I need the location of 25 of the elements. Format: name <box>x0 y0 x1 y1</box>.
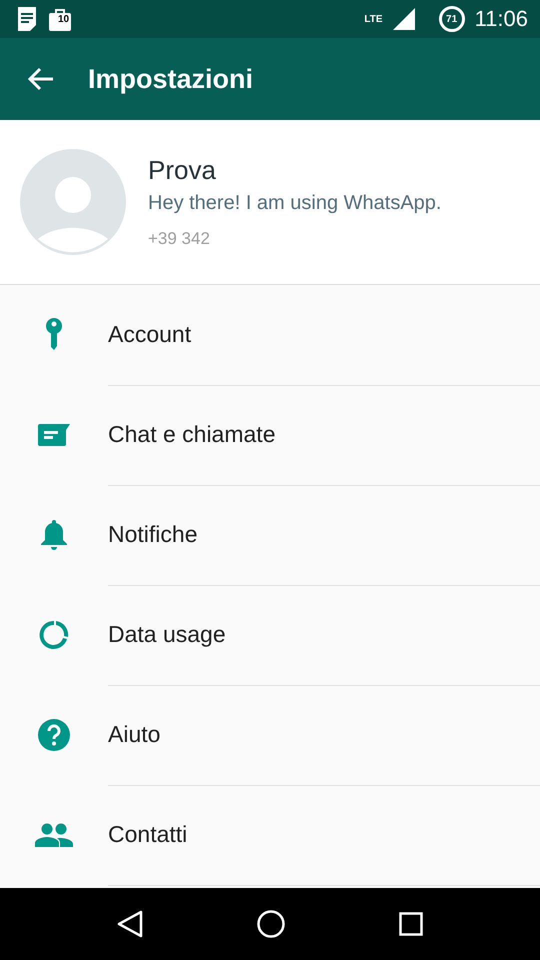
document-icon <box>16 7 38 31</box>
settings-item[interactable]: Aiuto <box>108 721 160 748</box>
signal-icon <box>392 8 415 30</box>
profile-name: Prova <box>148 155 217 186</box>
settings-item[interactable]: Account <box>108 321 192 348</box>
people-icon <box>35 823 73 847</box>
clock: 11:06 <box>474 6 528 32</box>
settings-item[interactable]: Data usage <box>108 621 226 648</box>
profile-status: Hey there! I am using WhatsApp. <box>148 192 442 215</box>
settings-item[interactable]: Notifiche <box>108 521 198 548</box>
back-button[interactable] <box>28 67 54 91</box>
phone-number: +39 342 <box>148 229 211 249</box>
donut-icon <box>39 620 69 650</box>
chat-icon <box>38 424 70 446</box>
bell-icon <box>40 519 68 551</box>
settings-item[interactable]: Chat e chiamate <box>108 421 276 448</box>
key-icon <box>45 318 63 352</box>
back-nav-button[interactable] <box>117 910 143 938</box>
toolbar-title: Impostazioni <box>88 64 254 94</box>
help-icon <box>38 719 70 751</box>
recents-button[interactable] <box>399 912 423 936</box>
settings-item[interactable]: Contatti <box>108 821 188 848</box>
battery-label: 71 <box>438 6 465 32</box>
home-button[interactable] <box>257 910 285 938</box>
network-label: LTE <box>364 14 383 24</box>
